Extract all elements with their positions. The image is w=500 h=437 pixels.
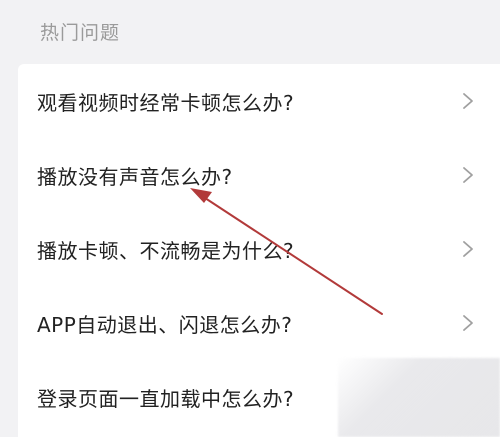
faq-item-label: 观看视频时经常卡顿怎么办? [37, 90, 295, 115]
faq-item-label: 播放没有声音怎么办? [37, 164, 233, 189]
chevron-right-icon [463, 315, 473, 331]
chevron-right-icon [463, 241, 473, 257]
faq-item-app-crash[interactable]: APP自动退出、闪退怎么办? [18, 286, 500, 360]
section-title: 热门问题 [40, 22, 121, 44]
faq-item-label: APP自动退出、闪退怎么办? [37, 312, 293, 337]
faq-item-no-sound[interactable]: 播放没有声音怎么办? [18, 138, 500, 212]
faq-item-video-lag[interactable]: 观看视频时经常卡顿怎么办? [18, 64, 500, 138]
faq-item-label: 登录页面一直加载中怎么办? [37, 386, 295, 411]
chevron-right-icon [463, 93, 473, 109]
faq-item-label: 播放卡顿、不流畅是为什么? [37, 238, 295, 263]
watermark-blur [338, 358, 500, 437]
chevron-right-icon [463, 167, 473, 183]
faq-item-playback-stutter[interactable]: 播放卡顿、不流畅是为什么? [18, 212, 500, 286]
